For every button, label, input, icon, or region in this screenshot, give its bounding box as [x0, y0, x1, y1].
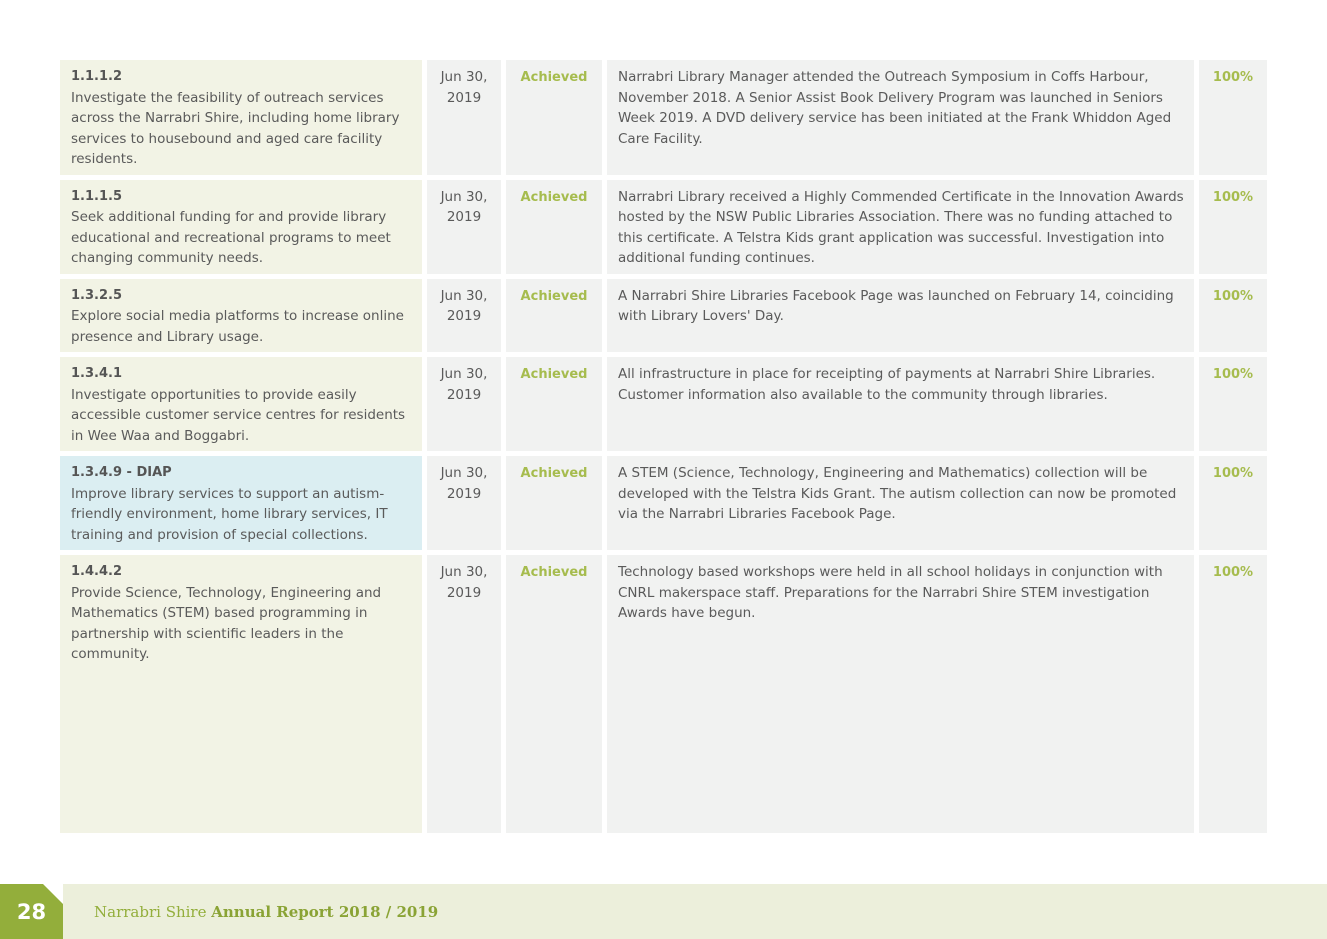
footer-shire-name: Narrabri Shire — [94, 903, 207, 921]
action-cell-diap: 1.3.4.9 - DIAP Improve library services … — [60, 456, 427, 555]
action-code: 1.4.4.2 — [71, 564, 122, 579]
action-description: Investigate opportunities to provide eas… — [71, 386, 406, 444]
comment-text: A STEM (Science, Technology, Engineering… — [618, 465, 1177, 522]
status-cell: Achieved — [506, 456, 607, 555]
status-cell: Achieved — [506, 278, 607, 357]
status-cell: Achieved — [506, 179, 607, 279]
comment-text: A Narrabri Shire Libraries Facebook Page… — [618, 287, 1174, 325]
due-date: Jun 30, 2019 — [440, 287, 488, 325]
status-label: Achieved — [520, 70, 588, 85]
date-cell: Jun 30, 2019 — [427, 179, 506, 279]
action-cell: 1.1.1.5 Seek additional funding for and … — [60, 179, 427, 279]
status-label: Achieved — [520, 565, 588, 580]
due-date: Jun 30, 2019 — [440, 564, 488, 601]
status-cell: Achieved — [506, 357, 607, 456]
footer-report-title: Annual Report 2018 / 2019 — [211, 903, 439, 921]
status-label: Achieved — [520, 189, 588, 205]
table-row: 1.1.1.2 Investigate the feasibility of o… — [60, 60, 1267, 180]
action-code: 1.3.4.9 - DIAP — [71, 465, 172, 480]
status-cell: Achieved — [506, 555, 607, 838]
comment-cell: A Narrabri Shire Libraries Facebook Page… — [607, 278, 1199, 357]
action-code: 1.3.4.1 — [71, 366, 122, 381]
action-description: Improve library services to support an a… — [71, 485, 388, 543]
comment-cell: Narrabri Library Manager attended the Ou… — [607, 60, 1199, 180]
action-description: Explore social media platforms to increa… — [71, 308, 404, 345]
table-row: 1.3.4.9 - DIAP Improve library services … — [60, 456, 1267, 555]
comment-text: Technology based workshops were held in … — [618, 564, 1163, 621]
action-cell: 1.4.4.2 Provide Science, Technology, Eng… — [60, 555, 427, 838]
date-cell: Jun 30, 2019 — [427, 555, 506, 838]
action-description: Seek additional funding for and provide … — [71, 209, 391, 266]
action-cell: 1.3.4.1 Investigate opportunities to pro… — [60, 357, 427, 456]
due-date: Jun 30, 2019 — [440, 465, 488, 502]
progress-cell: 100% — [1199, 555, 1267, 838]
progress-cell: 100% — [1199, 456, 1267, 555]
due-date: Jun 30, 2019 — [440, 188, 488, 226]
progress-cell: 100% — [1199, 179, 1267, 279]
due-date: Jun 30, 2019 — [440, 366, 488, 403]
progress-percent: 100% — [1212, 70, 1254, 85]
comment-cell: Narrabri Library received a Highly Comme… — [607, 179, 1199, 279]
progress-cell: 100% — [1199, 60, 1267, 180]
date-cell: Jun 30, 2019 — [427, 357, 506, 456]
action-code: 1.3.2.5 — [71, 287, 122, 303]
date-cell: Jun 30, 2019 — [427, 60, 506, 180]
comment-text: All infrastructure in place for receipti… — [618, 366, 1156, 403]
comment-text: Narrabri Library received a Highly Comme… — [618, 188, 1184, 267]
comment-cell: Technology based workshops were held in … — [607, 555, 1199, 838]
progress-percent: 100% — [1212, 565, 1254, 580]
action-code: 1.1.1.2 — [71, 69, 122, 84]
table-row: 1.1.1.5 Seek additional funding for and … — [60, 179, 1267, 279]
status-cell: Achieved — [506, 60, 607, 180]
progress-percent: 100% — [1212, 288, 1254, 304]
action-code: 1.1.1.5 — [71, 188, 122, 204]
progress-percent: 100% — [1212, 189, 1254, 205]
status-label: Achieved — [520, 466, 588, 481]
table-row: 1.4.4.2 Provide Science, Technology, Eng… — [60, 555, 1267, 838]
progress-percent: 100% — [1212, 466, 1254, 481]
footer-title: Narrabri Shire Annual Report 2018 / 2019 — [94, 901, 438, 923]
action-description: Provide Science, Technology, Engineering… — [71, 584, 382, 663]
progress-percent: 100% — [1212, 367, 1254, 382]
comment-cell: All infrastructure in place for receipti… — [607, 357, 1199, 456]
progress-cell: 100% — [1199, 278, 1267, 357]
progress-cell: 100% — [1199, 357, 1267, 456]
status-label: Achieved — [520, 367, 588, 382]
action-cell: 1.1.1.2 Investigate the feasibility of o… — [60, 60, 427, 180]
action-description: Investigate the feasibility of outreach … — [71, 89, 400, 168]
date-cell: Jun 30, 2019 — [427, 278, 506, 357]
action-cell: 1.3.2.5 Explore social media platforms t… — [60, 278, 427, 357]
due-date: Jun 30, 2019 — [440, 69, 488, 106]
page-number: 28 — [16, 900, 47, 924]
table-row: 1.3.4.1 Investigate opportunities to pro… — [60, 357, 1267, 456]
actions-table: 1.1.1.2 Investigate the feasibility of o… — [60, 60, 1267, 838]
status-label: Achieved — [520, 288, 588, 304]
comment-cell: A STEM (Science, Technology, Engineering… — [607, 456, 1199, 555]
comment-text: Narrabri Library Manager attended the Ou… — [618, 69, 1172, 147]
date-cell: Jun 30, 2019 — [427, 456, 506, 555]
table-row: 1.3.2.5 Explore social media platforms t… — [60, 278, 1267, 357]
